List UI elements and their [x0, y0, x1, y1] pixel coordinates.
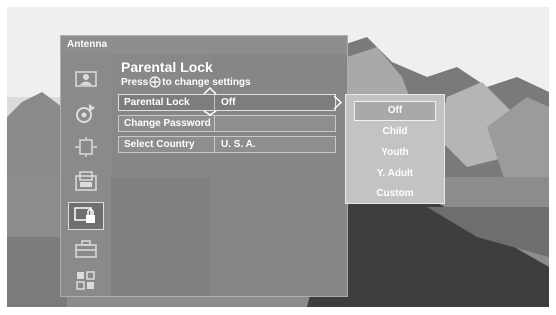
parental-lock-label: Parental Lock: [119, 95, 215, 110]
menu-title: Antenna: [61, 36, 347, 54]
channel-icon[interactable]: [71, 170, 101, 192]
option-y-adult[interactable]: Y. Adult: [346, 164, 444, 184]
down-arrow-icon: [203, 110, 217, 116]
setup-toolbox-icon[interactable]: [71, 238, 101, 260]
picture-icon[interactable]: [71, 68, 101, 90]
sound-icon[interactable]: [71, 102, 101, 124]
screen-icon[interactable]: [71, 136, 101, 158]
settings-menu: Antenna Parental Lock Press to change se…: [60, 35, 348, 297]
option-custom[interactable]: Custom: [346, 184, 444, 204]
select-country-row[interactable]: Select Country U. S. A.: [118, 136, 336, 153]
select-country-value: U. S. A.: [221, 139, 256, 150]
select-country-label: Select Country: [119, 137, 215, 152]
option-child[interactable]: Child: [346, 122, 444, 142]
category-sidebar: [61, 54, 111, 296]
change-password-row[interactable]: Change Password: [118, 115, 336, 132]
parental-lock-dropdown: Off Child Youth Y. Adult Custom: [345, 94, 445, 204]
settings-panel: Parental Lock Press to change settings: [111, 54, 347, 296]
instruction-text: Press to change settings: [121, 76, 251, 88]
applications-icon[interactable]: [71, 270, 101, 292]
option-youth[interactable]: Youth: [346, 143, 444, 163]
tv-screen: Antenna Parental Lock Press to change se…: [7, 7, 549, 307]
up-arrow-icon: [203, 87, 217, 95]
right-arrow-icon: [333, 95, 343, 110]
parental-lock-icon[interactable]: [68, 202, 104, 230]
parental-lock-row[interactable]: Parental Lock Off: [118, 94, 336, 111]
dpad-icon: [149, 76, 161, 88]
parental-lock-value: Off: [221, 97, 236, 108]
option-off[interactable]: Off: [354, 101, 436, 121]
change-password-label: Change Password: [119, 116, 215, 131]
page-title: Parental Lock: [121, 59, 213, 75]
